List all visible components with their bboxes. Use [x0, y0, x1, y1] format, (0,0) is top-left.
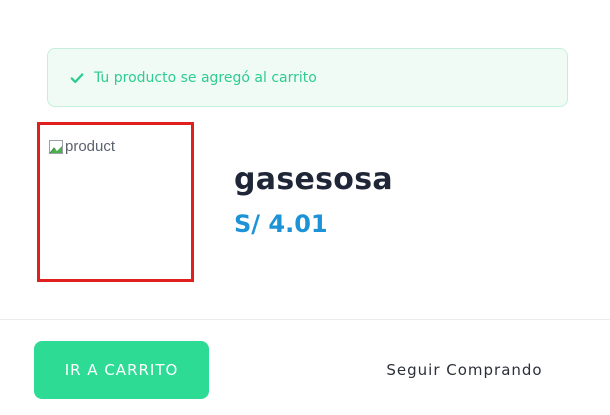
product-image-alt: product: [65, 138, 116, 155]
go-to-cart-button[interactable]: IR A CARRITO: [34, 341, 209, 399]
alert-message: Tu producto se agregó al carrito: [94, 69, 317, 86]
product-image: product: [37, 122, 194, 282]
check-icon: [70, 71, 84, 85]
broken-image-icon: [48, 139, 64, 155]
added-to-cart-modal: Tu producto se agregó al carrito product…: [0, 0, 610, 415]
product-name: gasesosa: [234, 162, 393, 197]
divider: [0, 319, 610, 320]
product-price: S/ 4.01: [234, 210, 328, 238]
broken-image: product: [48, 138, 115, 155]
success-alert: Tu producto se agregó al carrito: [47, 48, 568, 107]
continue-shopping-button[interactable]: Seguir Comprando: [362, 341, 567, 399]
